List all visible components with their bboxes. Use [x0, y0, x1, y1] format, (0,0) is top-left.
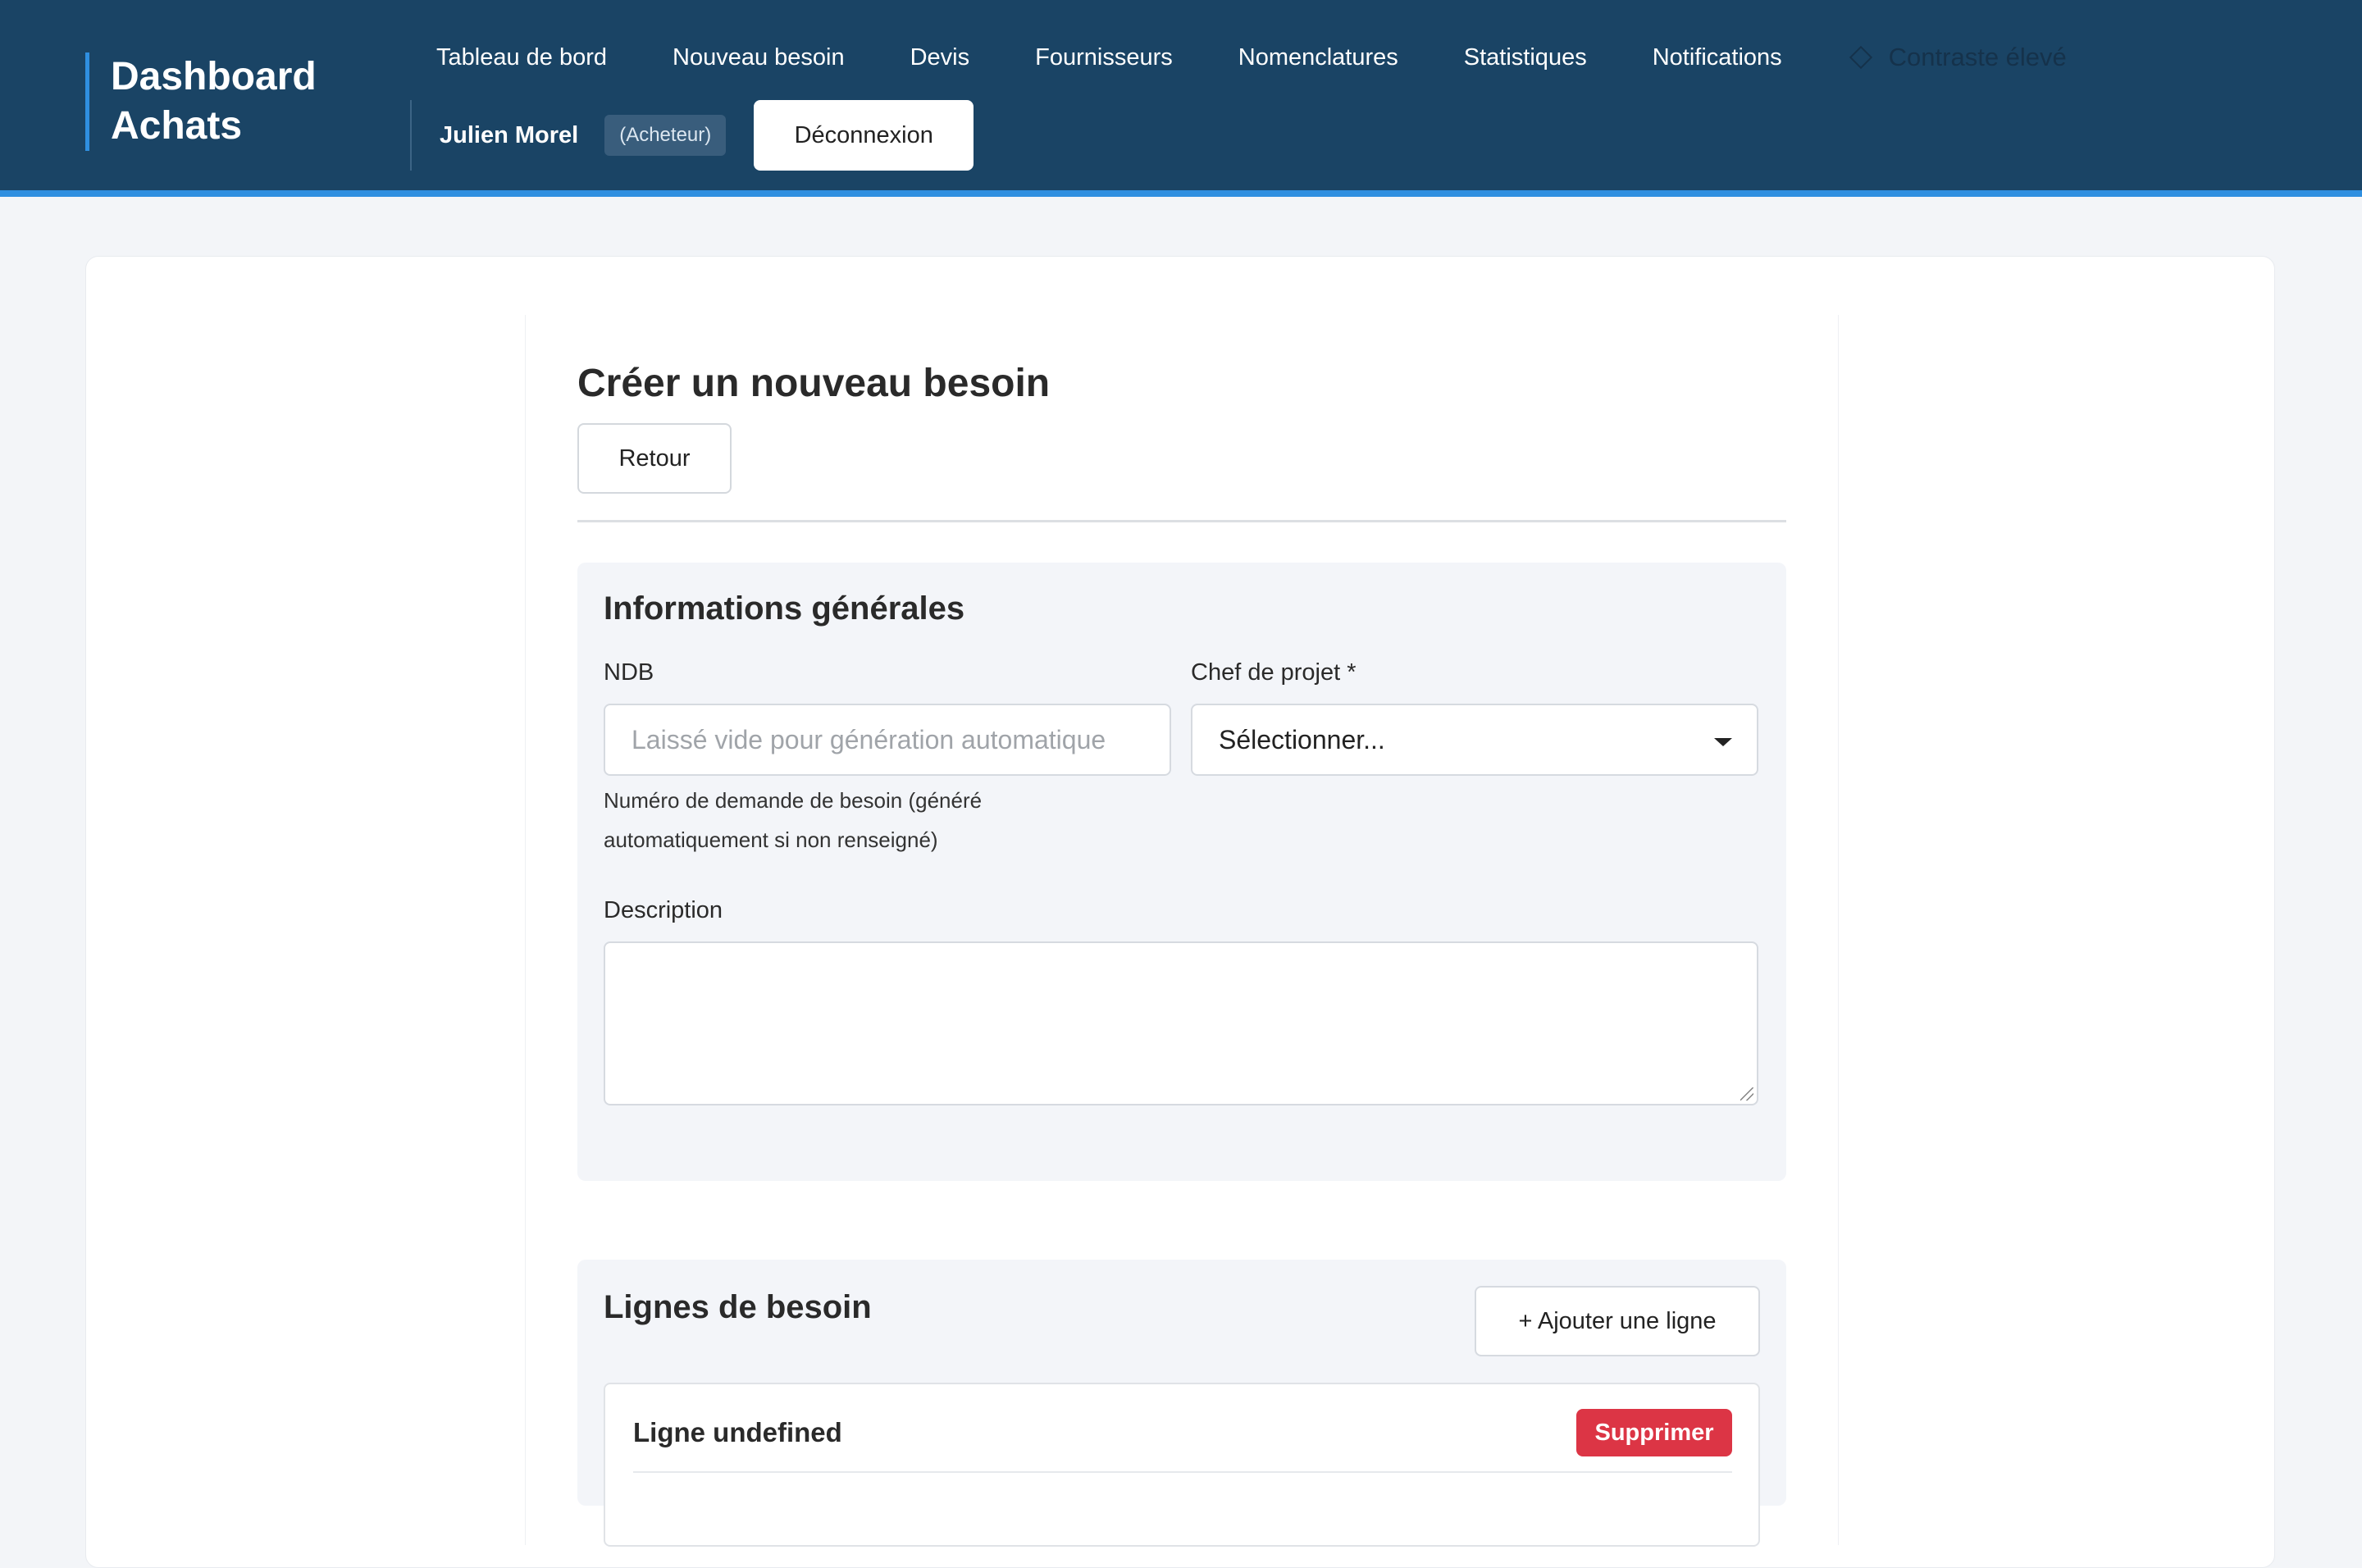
contrast-label: Contraste élevé: [1888, 43, 2067, 71]
contrast-icon: [1849, 45, 1872, 70]
add-line-button[interactable]: + Ajouter une ligne: [1475, 1286, 1760, 1356]
page-title: Créer un nouveau besoin: [577, 362, 1051, 405]
ndb-input[interactable]: [604, 704, 1171, 776]
line-item: Ligne undefined Supprimer: [604, 1383, 1760, 1547]
contrast-toggle[interactable]: Contraste élevé: [1848, 43, 2067, 72]
nav-nouveau-besoin[interactable]: Nouveau besoin: [673, 39, 845, 75]
lines-title: Lignes de besoin: [604, 1289, 872, 1325]
nav-devis[interactable]: Devis: [910, 39, 970, 75]
chevron-down-icon: [1714, 738, 1732, 746]
title-divider: [577, 520, 1786, 522]
ndb-help-text: Numéro de demande de besoin (généré auto…: [604, 788, 983, 852]
line-item-divider: [633, 1471, 1732, 1473]
line-item-title: Ligne undefined: [633, 1417, 842, 1447]
chef-de-projet-label: Chef de projet *: [1191, 659, 1357, 686]
user-name: Julien Morel: [440, 121, 579, 148]
app-brand: Dashboard Achats: [85, 52, 348, 151]
nav-fournisseurs[interactable]: Fournisseurs: [1035, 39, 1173, 75]
main-nav: Tableau de bord Nouveau besoin Devis Fou…: [436, 39, 2067, 75]
nav-notifications[interactable]: Notifications: [1653, 39, 1782, 75]
description-textarea[interactable]: [604, 941, 1758, 1105]
nav-tableau-de-bord[interactable]: Tableau de bord: [436, 39, 607, 75]
lines-section: Lignes de besoin + Ajouter une ligne Lig…: [577, 1260, 1786, 1547]
user-role-badge: (Acheteur): [604, 115, 727, 156]
ndb-label: NDB: [604, 659, 654, 686]
top-header: Dashboard Achats Tableau de bord Nouveau…: [0, 0, 2362, 197]
back-button[interactable]: Retour: [577, 423, 732, 494]
user-bar: Julien Morel (Acheteur) Déconnexion: [410, 100, 974, 171]
logout-button[interactable]: Déconnexion: [754, 100, 974, 171]
general-info-title: Informations générales: [604, 590, 965, 627]
delete-line-button[interactable]: Supprimer: [1576, 1409, 1732, 1456]
general-info-section: Informations générales NDB Numéro de dem…: [577, 563, 1786, 1181]
resize-handle-icon[interactable]: [1740, 1087, 1753, 1101]
description-label: Description: [604, 897, 723, 923]
chef-de-projet-select[interactable]: Sélectionner...: [1191, 704, 1758, 776]
nav-statistiques[interactable]: Statistiques: [1464, 39, 1587, 75]
nav-nomenclatures[interactable]: Nomenclatures: [1238, 39, 1398, 75]
chef-de-projet-selected: Sélectionner...: [1219, 724, 1385, 754]
